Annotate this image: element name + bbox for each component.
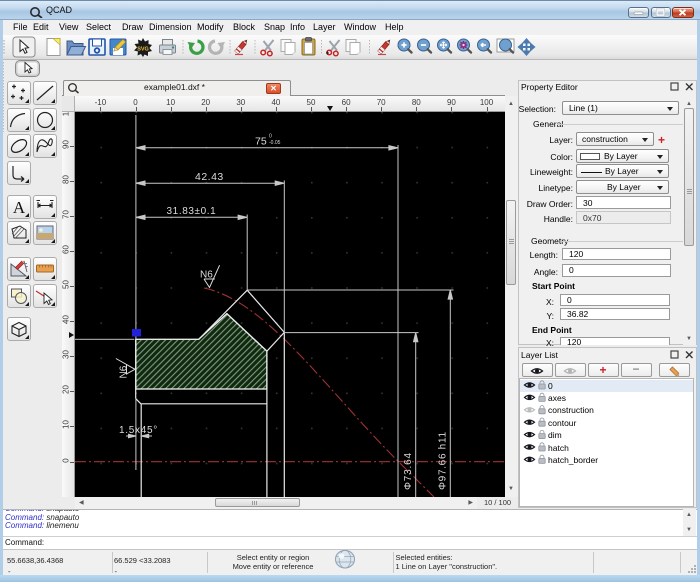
- svg-text:31.83±0.1: 31.83±0.1: [167, 206, 217, 217]
- svg-text:Φ97.66 h11: Φ97.66 h11: [438, 431, 449, 490]
- svg-text:-0.05: -0.05: [269, 140, 281, 146]
- svg-text:1.5x45°: 1.5x45°: [119, 425, 158, 436]
- svg-text:0: 0: [269, 134, 272, 140]
- svg-text:Φ73.64: Φ73.64: [403, 452, 414, 490]
- svg-text:75: 75: [255, 136, 267, 148]
- svg-text:N6: N6: [119, 365, 130, 378]
- svg-text:SVG: SVG: [137, 47, 149, 53]
- svg-text:42.43: 42.43: [195, 171, 224, 183]
- svg-text:A: A: [13, 198, 26, 217]
